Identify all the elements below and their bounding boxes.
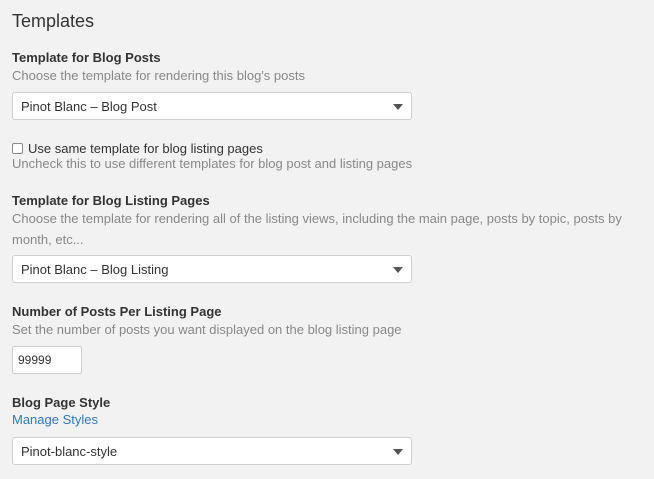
posts-per-page-hint: Set the number of posts you want display… [12, 322, 402, 337]
chevron-down-icon [393, 104, 403, 110]
listing-template-select[interactable]: Pinot Blanc – Blog Listing [12, 255, 412, 283]
blog-post-template-label: Template for Blog Posts [12, 50, 161, 65]
posts-per-page-input[interactable]: 99999 [12, 346, 82, 374]
page-style-value: Pinot-blanc-style [21, 444, 118, 459]
manage-styles-link[interactable]: Manage Styles [12, 412, 98, 427]
blog-post-template-value: Pinot Blanc – Blog Post [21, 99, 157, 114]
blog-post-template-hint: Choose the template for rendering this b… [12, 68, 305, 83]
same-template-checkbox[interactable] [12, 142, 23, 154]
same-template-hint: Uncheck this to use different templates … [12, 156, 413, 171]
posts-per-page-label: Number of Posts Per Listing Page [12, 304, 222, 319]
listing-template-value: Pinot Blanc – Blog Listing [21, 262, 169, 277]
blog-post-template-select[interactable]: Pinot Blanc – Blog Post [12, 92, 412, 120]
templates-settings-panel: Templates Template for Blog Posts Choose… [0, 0, 654, 479]
section-title: Templates [12, 11, 95, 31]
listing-template-hint: Choose the template for rendering all of… [12, 211, 622, 247]
page-style-label: Blog Page Style [12, 395, 111, 410]
chevron-down-icon [393, 449, 403, 455]
page-style-select[interactable]: Pinot-blanc-style [12, 437, 412, 465]
listing-template-label: Template for Blog Listing Pages [12, 193, 210, 208]
chevron-down-icon [393, 267, 403, 273]
